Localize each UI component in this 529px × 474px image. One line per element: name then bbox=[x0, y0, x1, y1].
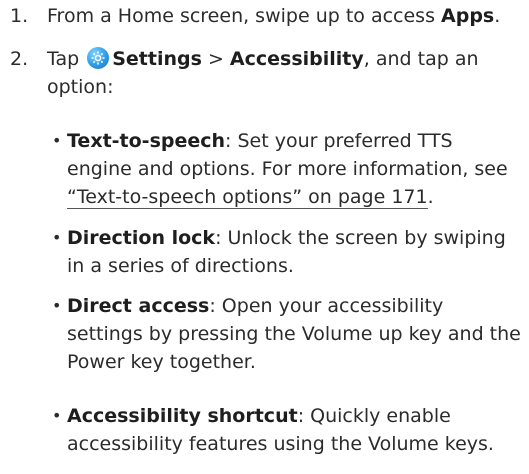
bullet-icon: • bbox=[52, 406, 62, 425]
step-number: 1. bbox=[10, 5, 29, 27]
step-1-text: From a Home screen, swipe up to access bbox=[47, 5, 442, 27]
option-direct-access: • Direct access: Open your accessibility… bbox=[52, 292, 521, 376]
breadcrumb-separator: > bbox=[201, 48, 230, 70]
option-accessibility-shortcut: • Accessibility shortcut: Quickly enable… bbox=[52, 402, 521, 458]
document-page: 1. From a Home screen, swipe up to acces… bbox=[0, 0, 529, 474]
settings-gear-icon bbox=[87, 47, 110, 69]
step-number: 2. bbox=[10, 48, 29, 70]
settings-label: Settings bbox=[112, 48, 202, 70]
option-text-to-speech: • Text-to-speech: Set your preferred TTS… bbox=[52, 127, 521, 211]
apps-label: Apps bbox=[441, 5, 495, 27]
step-text: From a Home screen, swipe up to access A… bbox=[47, 2, 521, 30]
bullet-icon: • bbox=[52, 296, 62, 315]
step-2-tap: Tap bbox=[47, 48, 86, 70]
option-title: Direct access bbox=[67, 295, 210, 317]
option-direction-lock: • Direction lock: Unlock the screen by s… bbox=[52, 224, 521, 280]
bullet-icon: • bbox=[52, 131, 62, 150]
option-title: Accessibility shortcut bbox=[67, 405, 298, 427]
option-title: Text-to-speech bbox=[67, 130, 226, 152]
text-to-speech-options-link[interactable]: “Text-to-speech options” on page 171 bbox=[67, 186, 428, 209]
accessibility-label: Accessibility bbox=[229, 48, 364, 70]
step-1-period: . bbox=[494, 5, 501, 27]
bullet-icon: • bbox=[52, 228, 62, 247]
option-period: . bbox=[427, 186, 434, 208]
option-title: Direction lock bbox=[67, 227, 216, 249]
step-text: Tap Settings > Accessibility, and tap an… bbox=[47, 45, 521, 101]
